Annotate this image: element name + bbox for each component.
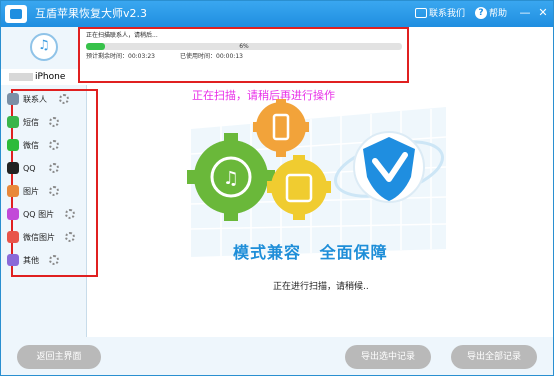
wechat-photos-icon xyxy=(7,231,19,243)
export-all-button[interactable]: 导出全部记录 xyxy=(451,345,537,369)
loading-spinner-icon xyxy=(49,186,59,196)
remaining-time: 预计剩余时间：00:03:23 xyxy=(86,53,155,61)
loading-spinner-icon xyxy=(65,232,75,242)
device-name-label: iPhone xyxy=(35,72,66,82)
category-item-photos[interactable]: 图片 xyxy=(7,182,81,202)
category-label: QQ xyxy=(23,164,36,173)
category-label: 短信 xyxy=(23,118,39,127)
contacts-icon xyxy=(7,93,19,105)
title-bar: 互盾苹果恢复大师v2.3 联系我们 ? 帮助 — ✕ xyxy=(1,1,553,27)
music-device-icon xyxy=(30,33,58,61)
footer-bar: 返回主界面 导出选中记录 导出全部记录 xyxy=(1,337,553,375)
contact-us-link[interactable]: 联系我们 xyxy=(429,8,465,20)
used-time-label: 已使用时间： xyxy=(180,53,217,60)
redacted-device-prefix xyxy=(9,72,33,81)
category-item-wechat[interactable]: 微信 xyxy=(7,136,81,156)
remaining-time-value: 00:03:23 xyxy=(128,53,155,60)
app-logo-icon xyxy=(5,5,27,23)
other-icon xyxy=(7,254,19,266)
scanning-text: 正在进行扫描，请稍候.. xyxy=(273,282,369,292)
sms-icon xyxy=(7,116,19,128)
loading-spinner-icon xyxy=(49,163,59,173)
loading-spinner-icon xyxy=(65,209,75,219)
svg-text:♫: ♫ xyxy=(223,168,239,189)
photos-icon xyxy=(7,185,19,197)
loading-spinner-icon xyxy=(49,255,59,265)
back-to-main-button[interactable]: 返回主界面 xyxy=(17,345,101,369)
category-item-sms[interactable]: 短信 xyxy=(7,113,81,133)
category-label: 微信图片 xyxy=(23,233,55,242)
minimize-button[interactable]: — xyxy=(519,7,531,19)
progress-percent: 6% xyxy=(239,43,249,50)
help-icon[interactable]: ? xyxy=(475,7,487,19)
wechat-icon xyxy=(7,139,19,151)
qq-photos-icon xyxy=(7,208,19,220)
export-selected-button[interactable]: 导出选中记录 xyxy=(345,345,431,369)
category-label: 其他 xyxy=(23,256,39,265)
progress-bar: 6% xyxy=(86,43,402,50)
loading-spinner-icon xyxy=(59,94,69,104)
category-item-qq[interactable]: QQ xyxy=(7,159,81,179)
scan-progress-panel: 正在扫描联系人，请稍后... 6% 预计剩余时间：00:03:23 已使用时间：… xyxy=(78,27,409,83)
recovery-illustration: ♫ xyxy=(187,99,447,257)
category-label: QQ 图片 xyxy=(23,210,55,219)
category-item-qq-photos[interactable]: QQ 图片 xyxy=(7,205,81,225)
help-link[interactable]: 帮助 xyxy=(489,8,507,20)
slogan: 模式兼容 全面保障 xyxy=(233,243,388,262)
category-item-other[interactable]: 其他 xyxy=(7,251,81,271)
contact-icon[interactable] xyxy=(415,8,427,18)
category-item-wechat-photos[interactable]: 微信图片 xyxy=(7,228,81,248)
loading-spinner-icon xyxy=(49,117,59,127)
device-name[interactable]: iPhone xyxy=(1,69,87,85)
category-label: 微信 xyxy=(23,141,39,150)
category-label: 图片 xyxy=(23,187,39,196)
app-title: 互盾苹果恢复大师v2.3 xyxy=(35,7,148,20)
category-item-contacts[interactable]: 联系人 xyxy=(7,90,81,110)
loading-spinner-icon xyxy=(49,140,59,150)
app-window: 互盾苹果恢复大师v2.3 联系我们 ? 帮助 — ✕ iPhone 联系人 短信… xyxy=(0,0,554,376)
remaining-time-label: 预计剩余时间： xyxy=(86,53,129,60)
scan-status-text: 正在扫描联系人，请稍后... xyxy=(86,32,158,39)
used-time-value: 00:00:13 xyxy=(216,53,243,60)
qq-icon xyxy=(7,162,19,174)
used-time: 已使用时间：00:00:13 xyxy=(180,53,243,61)
category-label: 联系人 xyxy=(23,95,47,104)
close-button[interactable]: ✕ xyxy=(537,7,549,19)
